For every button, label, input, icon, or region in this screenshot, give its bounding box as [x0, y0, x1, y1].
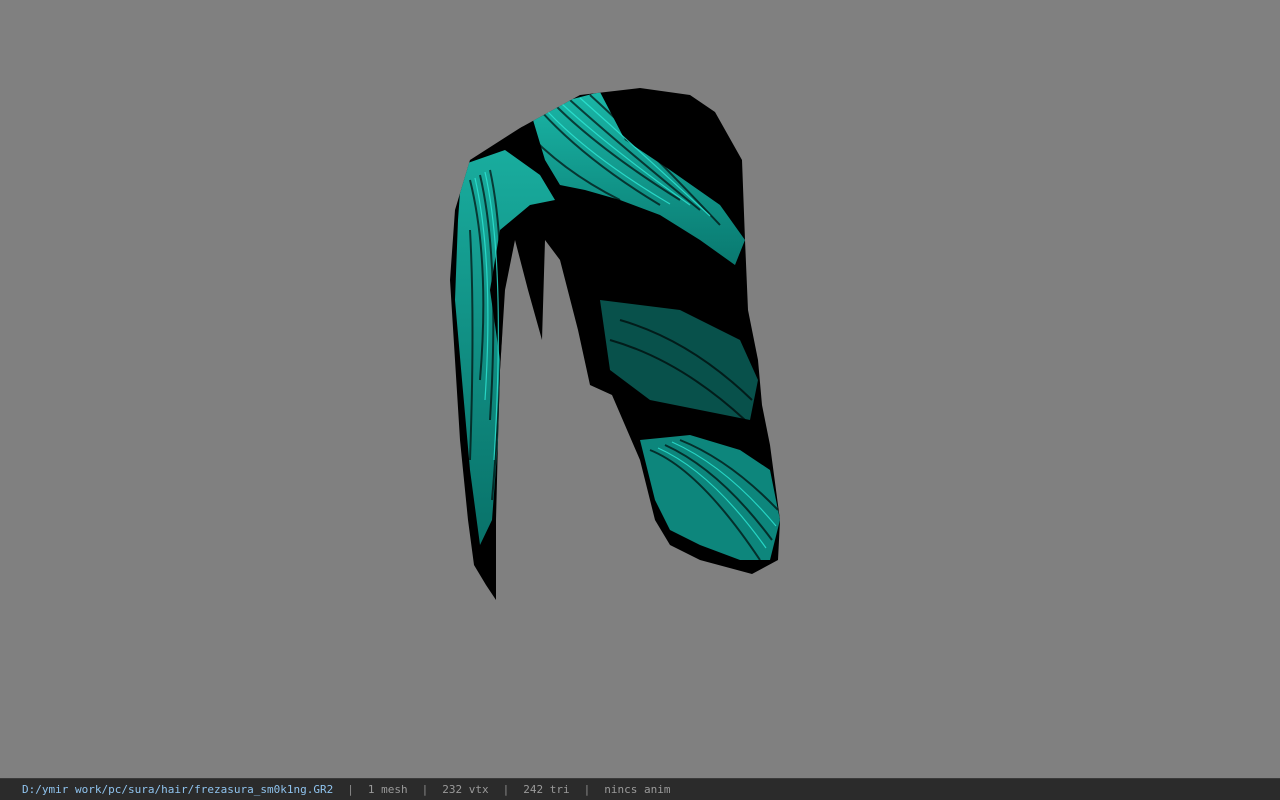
- hair-model-render: [450, 88, 780, 600]
- status-separator: |: [421, 783, 429, 796]
- vertex-count: 232 vtx: [442, 783, 489, 796]
- status-separator: |: [583, 783, 591, 796]
- triangle-count: 242 tri: [523, 783, 570, 796]
- status-separator: |: [347, 783, 354, 796]
- model-viewport[interactable]: [0, 0, 1280, 778]
- mesh-count: 1 mesh: [367, 783, 408, 796]
- status-separator: |: [502, 783, 510, 796]
- file-path: D:/ymir work/pc/sura/hair/frezasura_sm0k…: [22, 783, 334, 796]
- status-bar: D:/ymir work/pc/sura/hair/frezasura_sm0k…: [0, 778, 1280, 800]
- animation-info: nincs anim: [604, 783, 671, 796]
